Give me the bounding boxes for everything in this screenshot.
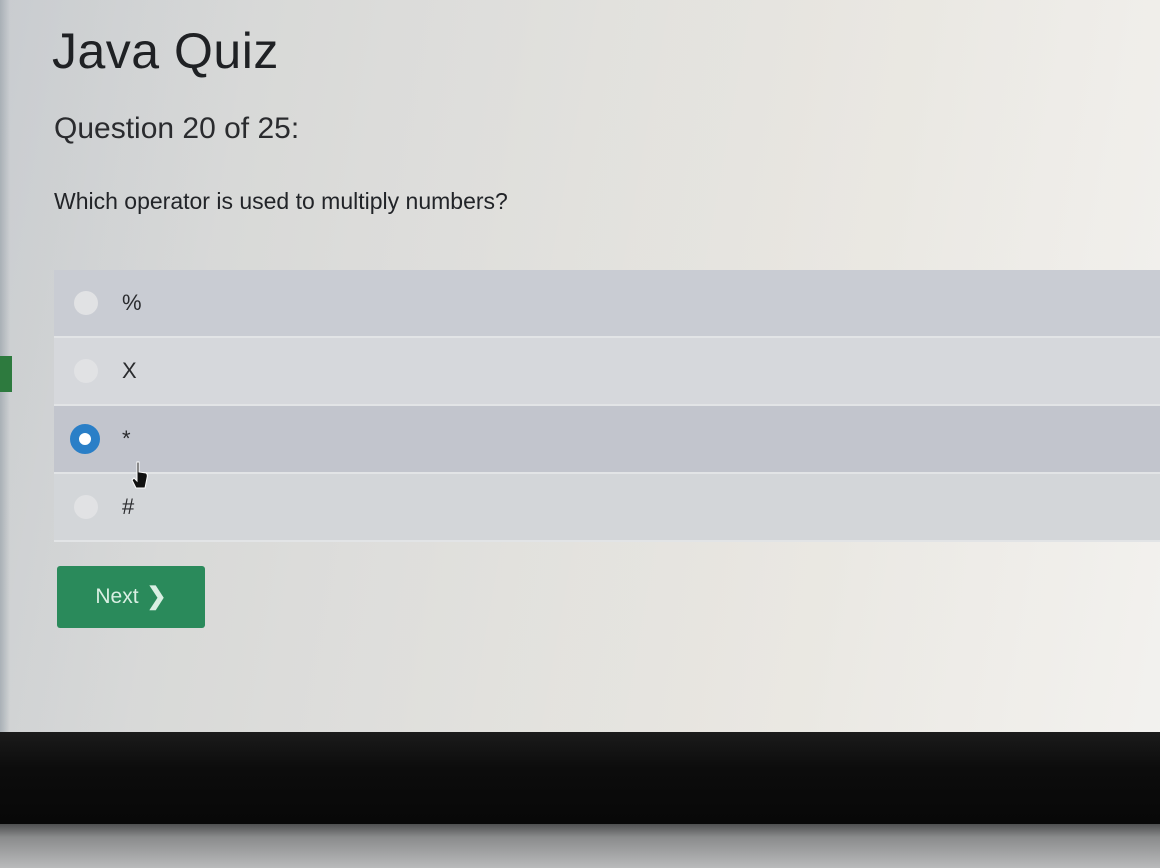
radio-button[interactable] xyxy=(74,291,98,315)
radio-button[interactable] xyxy=(74,495,98,519)
option-label: X xyxy=(122,358,137,383)
option-label: * xyxy=(122,426,131,451)
answer-option-hash[interactable]: # xyxy=(54,474,1160,542)
quiz-page: Java Quiz Question 20 of 25: Which opera… xyxy=(0,0,1160,732)
hand-pointer-icon xyxy=(131,461,148,489)
answer-option-x[interactable]: X xyxy=(54,338,1160,406)
answer-option-percent[interactable]: % xyxy=(54,270,1160,338)
next-button-label: Next xyxy=(95,585,139,608)
laptop-body xyxy=(0,824,1160,868)
option-label: # xyxy=(122,494,135,519)
side-tab-marker xyxy=(0,356,12,392)
answer-option-asterisk[interactable]: * xyxy=(54,406,1160,474)
chevron-right-icon: ❯ xyxy=(146,583,167,610)
next-button[interactable]: Next ❯ xyxy=(57,566,205,628)
radio-button[interactable] xyxy=(74,359,98,383)
radio-button-selected[interactable] xyxy=(70,424,100,454)
screen-bezel xyxy=(0,732,1160,824)
answer-options: % X * # xyxy=(54,270,1160,542)
option-label: % xyxy=(122,290,142,315)
page-title: Java Quiz xyxy=(52,23,279,79)
question-text: Which operator is used to multiply numbe… xyxy=(54,188,508,214)
question-counter: Question 20 of 25: xyxy=(54,112,300,145)
